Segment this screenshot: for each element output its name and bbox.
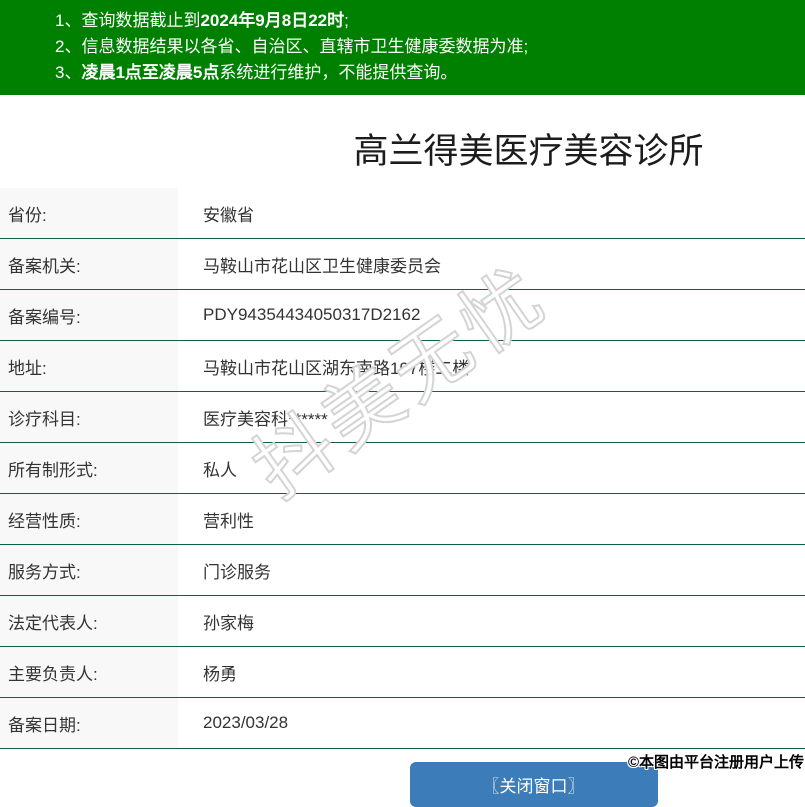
notice-text: ; — [344, 11, 349, 30]
field-value: PDY94354434050317D2162 — [178, 289, 805, 341]
field-value: 2023/03/28 — [178, 697, 805, 749]
notice-line: 1、查询数据截止到2024年9月8日22时; — [55, 8, 795, 34]
notice-number: 3、 — [55, 63, 82, 82]
field-value: 杨勇 — [178, 646, 805, 698]
table-row: 地址: 马鞍山市花山区湖东南路197楼二楼 — [0, 340, 805, 392]
field-value: 孙家梅 — [178, 595, 805, 647]
field-label: 备案编号: — [0, 289, 178, 341]
notice-line: 3、凌晨1点至凌晨5点系统进行维护，不能提供查询。 — [55, 60, 795, 86]
field-label: 经营性质: — [0, 493, 178, 545]
field-value: 马鞍山市花山区卫生健康委员会 — [178, 238, 805, 290]
table-row: 备案编号: PDY94354434050317D2162 — [0, 289, 805, 341]
notice-text: 信息数据结果以各省、自治区、直辖市卫生健康委数据为准; — [81, 37, 529, 56]
field-label: 地址: — [0, 340, 178, 392]
table-row: 所有制形式: 私人 — [0, 442, 805, 494]
field-value: 私人 — [178, 442, 805, 494]
notice-line: 2、信息数据结果以各省、自治区、直辖市卫生健康委数据为准; — [55, 34, 795, 60]
notice-text: 查询数据截止到 — [81, 11, 201, 30]
page-title: 高兰得美医疗美容诊所 — [353, 132, 704, 171]
field-label: 诊疗科目: — [0, 391, 178, 443]
close-window-button[interactable]: 〖关闭窗口〗 — [409, 762, 658, 807]
field-label: 省份: — [0, 188, 178, 239]
notice-text: 系统进行维护，不能提供查询。 — [219, 63, 458, 82]
notice-text: 凌晨1点至凌晨5点 — [81, 63, 220, 82]
field-label: 主要负责人: — [0, 646, 178, 698]
field-value: 营利性 — [178, 493, 805, 545]
registration-table: 省份: 安徽省 备案机关: 马鞍山市花山区卫生健康委员会 备案编号: PDY9435443… — [0, 188, 805, 749]
notice-text: 2024年9月8日22时 — [200, 11, 345, 30]
table-row: 备案日期: 2023/03/28 — [0, 697, 805, 749]
field-label: 备案机关: — [0, 238, 178, 290]
table-row: 备案机关: 马鞍山市花山区卫生健康委员会 — [0, 238, 805, 290]
notice-banner: 1、查询数据截止到2024年9月8日22时; 2、信息数据结果以各省、自治区、直辖… — [0, 0, 805, 95]
table-row: 经营性质: 营利性 — [0, 493, 805, 545]
field-label: 备案日期: — [0, 697, 178, 749]
field-value: 马鞍山市花山区湖东南路197楼二楼 — [178, 340, 805, 392]
table-row: 主要负责人: 杨勇 — [0, 646, 805, 698]
field-label: 法定代表人: — [0, 595, 178, 647]
field-value: 医疗美容科****** — [178, 391, 805, 443]
field-label: 所有制形式: — [0, 442, 178, 494]
credit-note: ©本图由平台注册用户上传 — [627, 754, 804, 771]
table-row: 诊疗科目: 医疗美容科****** — [0, 391, 805, 443]
notice-number: 1、 — [55, 11, 82, 30]
field-value: 安徽省 — [178, 188, 805, 239]
field-value: 门诊服务 — [178, 544, 805, 596]
field-label: 服务方式: — [0, 544, 178, 596]
notice-number: 2、 — [55, 37, 82, 56]
table-row: 法定代表人: 孙家梅 — [0, 595, 805, 647]
table-row: 省份: 安徽省 — [0, 188, 805, 239]
table-row: 服务方式: 门诊服务 — [0, 544, 805, 596]
